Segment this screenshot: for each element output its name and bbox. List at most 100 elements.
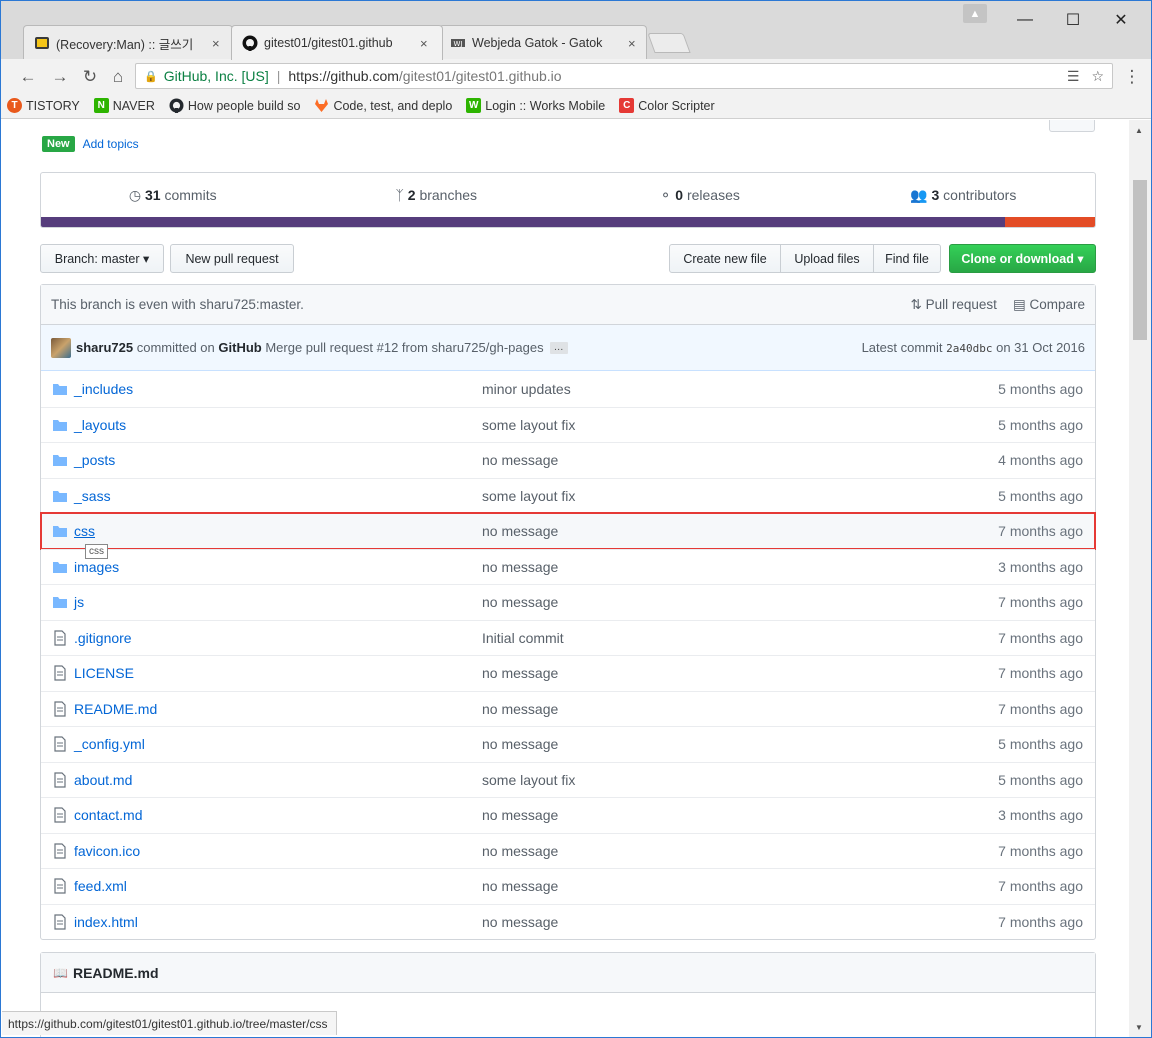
- file-row[interactable]: _layouts some layout fix 5 months ago: [41, 406, 1095, 443]
- expand-commit-button[interactable]: …: [549, 341, 568, 354]
- releases-count[interactable]: ⚬ 0 releases: [568, 187, 832, 204]
- file-commit-message[interactable]: no message: [482, 736, 915, 752]
- file-name-link[interactable]: _posts: [74, 452, 482, 468]
- add-topics-link[interactable]: Add topics: [83, 137, 139, 151]
- file-row[interactable]: .gitignore Initial commit 7 months ago: [41, 619, 1095, 656]
- profile-icon[interactable]: ▲: [963, 4, 987, 23]
- file-row[interactable]: images no message 3 months ago css: [41, 543, 1095, 585]
- file-row[interactable]: _includes minor updates 5 months ago: [41, 371, 1095, 407]
- file-commit-message[interactable]: no message: [482, 452, 915, 468]
- file-commit-message[interactable]: Initial commit: [482, 630, 915, 646]
- language-html-segment[interactable]: [1004, 217, 1095, 227]
- file-row[interactable]: css no message 7 months ago: [40, 512, 1096, 550]
- language-css-segment[interactable]: [41, 217, 1005, 227]
- menu-icon[interactable]: ⋮: [1121, 66, 1143, 88]
- file-name-link[interactable]: contact.md: [74, 807, 482, 823]
- bookmark-naver[interactable]: N NAVER: [93, 98, 155, 113]
- new-tab-button[interactable]: [647, 33, 691, 53]
- contributors-count[interactable]: 👥 3 contributors: [832, 187, 1096, 204]
- bookmark-github[interactable]: How people build so: [169, 98, 300, 113]
- clone-download-button[interactable]: Clone or download ▾: [949, 244, 1096, 273]
- tab-github[interactable]: gitest01/gitest01.github ×: [231, 25, 443, 60]
- file-commit-message[interactable]: no message: [482, 559, 915, 575]
- close-window-icon[interactable]: ✕: [1101, 7, 1141, 33]
- file-commit-message[interactable]: no message: [482, 523, 915, 539]
- branch-select-button[interactable]: Branch: master ▾: [40, 244, 164, 273]
- file-row[interactable]: about.md some layout fix 5 months ago: [41, 761, 1095, 798]
- file-row[interactable]: contact.md no message 3 months ago: [41, 797, 1095, 833]
- file-name-link[interactable]: about.md: [74, 772, 482, 788]
- file-name-link[interactable]: js: [74, 594, 482, 610]
- tab-close-icon[interactable]: ×: [420, 36, 428, 51]
- file-name-link[interactable]: feed.xml: [74, 878, 482, 894]
- file-row[interactable]: LICENSE no message 7 months ago: [41, 655, 1095, 691]
- file-row[interactable]: feed.xml no message 7 months ago: [41, 868, 1095, 904]
- file-commit-message[interactable]: no message: [482, 807, 915, 823]
- maximize-icon[interactable]: ☐: [1053, 7, 1093, 33]
- branches-count[interactable]: ᛉ 2 branches: [305, 187, 569, 203]
- create-new-file-button[interactable]: Create new file: [669, 244, 781, 273]
- file-row[interactable]: README.md no message 7 months ago: [41, 690, 1095, 727]
- file-row[interactable]: favicon.ico no message 7 months ago: [41, 832, 1095, 869]
- file-name-link[interactable]: .gitignore: [74, 630, 482, 646]
- file-name-link[interactable]: favicon.ico: [74, 843, 482, 859]
- file-commit-message[interactable]: minor updates: [482, 381, 915, 397]
- file-name-link[interactable]: css: [74, 523, 482, 539]
- file-commit-message[interactable]: some layout fix: [482, 417, 915, 433]
- file-name-link[interactable]: README.md: [74, 701, 482, 717]
- commit-message-link[interactable]: Merge pull request #12 from sharu725/gh-…: [265, 340, 543, 355]
- bookmark-gitlab[interactable]: Code, test, and deplo: [314, 98, 452, 113]
- file-commit-message[interactable]: some layout fix: [482, 488, 915, 504]
- file-row[interactable]: index.html no message 7 months ago: [41, 903, 1095, 940]
- scroll-thumb[interactable]: [1133, 180, 1147, 340]
- file-name-link[interactable]: LICENSE: [74, 665, 482, 681]
- back-icon[interactable]: ←: [17, 66, 39, 88]
- edit-button[interactable]: [1049, 120, 1095, 132]
- home-icon[interactable]: ⌂: [107, 66, 129, 88]
- forward-icon[interactable]: →: [49, 66, 71, 88]
- scroll-up-icon[interactable]: ▲: [1135, 126, 1143, 135]
- bookmark-tistory[interactable]: T TISTORY: [7, 98, 80, 113]
- file-name-link[interactable]: images: [74, 559, 482, 575]
- reload-icon[interactable]: ↻: [79, 66, 101, 88]
- file-row[interactable]: js no message 7 months ago: [41, 584, 1095, 620]
- avatar[interactable]: [51, 337, 71, 358]
- new-pull-request-button[interactable]: New pull request: [170, 244, 294, 273]
- file-row[interactable]: _posts no message 4 months ago: [41, 442, 1095, 478]
- file-commit-message[interactable]: some layout fix: [482, 772, 915, 788]
- scroll-down-icon[interactable]: ▼: [1135, 1023, 1143, 1032]
- file-row[interactable]: _sass some layout fix 5 months ago: [41, 477, 1095, 514]
- minimize-icon[interactable]: —: [1005, 7, 1045, 33]
- translate-icon[interactable]: ☰: [1067, 68, 1080, 85]
- compare-link[interactable]: ▤ Compare: [1013, 297, 1085, 313]
- file-commit-message[interactable]: no message: [482, 594, 915, 610]
- address-bar[interactable]: 🔒 GitHub, Inc. [US] | https://github.com…: [135, 63, 1113, 89]
- tab-webjeda[interactable]: WJ Webjeda Gatok - Gatok ×: [439, 25, 647, 60]
- file-row[interactable]: _config.yml no message 5 months ago: [41, 726, 1095, 762]
- committed-on-text: committed on: [136, 340, 215, 355]
- bookmark-color-scripter[interactable]: C Color Scripter: [619, 98, 715, 113]
- commit-sha-link[interactable]: 2a40dbc: [946, 342, 992, 355]
- bookmark-works-mobile[interactable]: W Login :: Works Mobile: [466, 98, 605, 113]
- bookmark-star-icon[interactable]: ☆: [1091, 68, 1104, 85]
- file-name-link[interactable]: _includes: [74, 381, 482, 397]
- file-commit-message[interactable]: no message: [482, 701, 915, 717]
- file-commit-message[interactable]: no message: [482, 914, 915, 930]
- commit-author[interactable]: sharu725: [76, 340, 133, 355]
- tab-tistory[interactable]: (Recovery:Man) :: 글쓰기 ×: [23, 25, 233, 60]
- file-name-link[interactable]: _config.yml: [74, 736, 482, 752]
- tab-close-icon[interactable]: ×: [628, 36, 636, 51]
- file-commit-message[interactable]: no message: [482, 665, 915, 681]
- tab-close-icon[interactable]: ×: [212, 36, 220, 51]
- upload-files-button[interactable]: Upload files: [780, 244, 874, 273]
- find-file-button[interactable]: Find file: [873, 244, 941, 273]
- language-bar[interactable]: [41, 217, 1095, 227]
- file-name-link[interactable]: _sass: [74, 488, 482, 504]
- file-name-link[interactable]: index.html: [74, 914, 482, 930]
- file-name-link[interactable]: _layouts: [74, 417, 482, 433]
- commits-count[interactable]: ◷ 31 commits: [41, 187, 305, 204]
- file-commit-message[interactable]: no message: [482, 878, 915, 894]
- pull-request-link[interactable]: ⇅ Pull request: [911, 297, 997, 313]
- page-scrollbar[interactable]: ▲ ▼: [1129, 120, 1151, 1037]
- file-commit-message[interactable]: no message: [482, 843, 915, 859]
